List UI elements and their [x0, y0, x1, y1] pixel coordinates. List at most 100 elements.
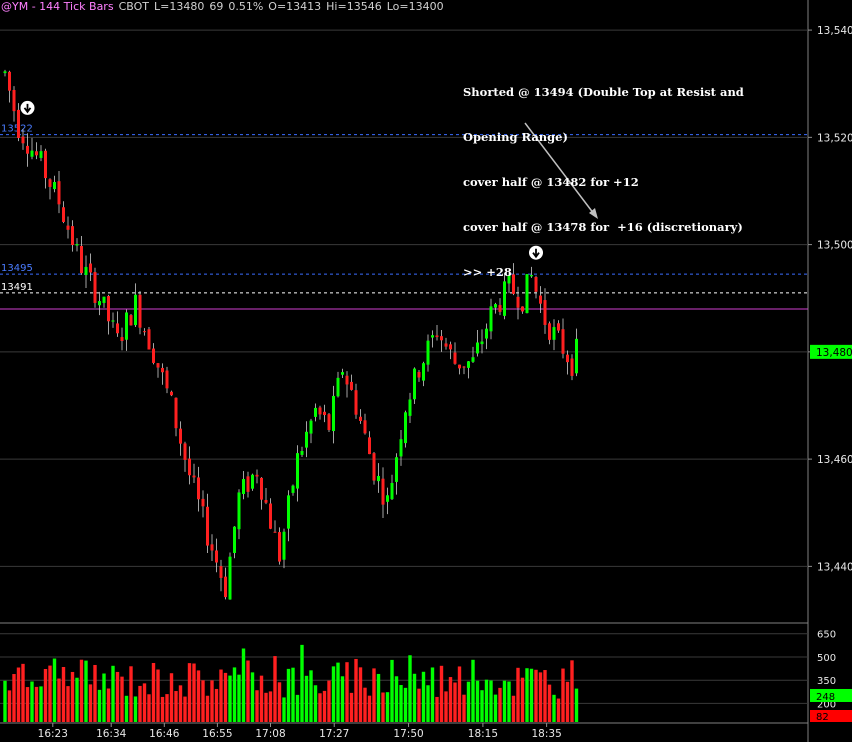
volume-bar	[304, 675, 309, 722]
candle-body	[129, 315, 133, 326]
volume-bar	[3, 680, 7, 722]
candle-body	[282, 531, 286, 560]
volume-bar	[7, 690, 12, 722]
candle-body	[485, 328, 488, 339]
candle-body	[3, 71, 7, 74]
candle-body	[498, 305, 502, 312]
volume-bar	[102, 673, 106, 722]
annotation-line-3: cover half @ 13482 for +12	[463, 175, 639, 189]
volume-bar	[52, 658, 57, 722]
volume-bar	[426, 685, 430, 722]
volume-bar	[93, 664, 97, 722]
volume-bar	[165, 694, 169, 722]
time-tick-label: 16:46	[149, 728, 180, 740]
candle-body	[575, 338, 578, 374]
volume-bar	[543, 670, 547, 722]
volume-bar	[507, 681, 511, 722]
candle-body	[197, 477, 200, 500]
volume-bar	[88, 684, 93, 722]
candle-body	[417, 371, 421, 378]
candle-body	[75, 244, 79, 246]
candle-body	[287, 495, 290, 529]
candle-body	[192, 475, 196, 478]
candle-body	[107, 296, 110, 322]
volume-bar	[489, 680, 493, 722]
candle-body	[291, 485, 295, 493]
volume-bar	[462, 694, 466, 722]
volume-bar	[570, 660, 574, 722]
volume-bar	[435, 696, 439, 722]
last-price: L=13480	[153, 0, 205, 13]
reference-line-label: 13522	[1, 124, 33, 135]
candle-body	[134, 294, 137, 326]
candle-body	[224, 576, 227, 598]
volume-bar	[480, 690, 484, 722]
volume-bar	[264, 692, 268, 722]
volume-bar	[174, 691, 178, 722]
candle-body	[260, 477, 263, 500]
volume-bar	[241, 648, 246, 722]
price-tick-label: 13,440	[817, 561, 852, 573]
open-price: O=13413	[268, 0, 322, 13]
candle-body	[444, 343, 448, 347]
volume-bar	[520, 677, 525, 722]
candle-body	[273, 531, 277, 533]
volume-bar	[124, 695, 129, 722]
time-tick-label: 18:35	[531, 728, 561, 740]
candle-body	[120, 337, 124, 342]
volume-bar	[43, 669, 48, 722]
time-tick-label: 18:15	[468, 728, 498, 740]
candle-body	[390, 482, 394, 500]
volume-bar	[574, 688, 579, 722]
time-tick-label: 16:55	[202, 728, 232, 740]
candle-body	[539, 295, 542, 304]
candle-body	[210, 544, 214, 551]
candle-body	[561, 329, 565, 354]
price-tick-label: 13,540	[817, 25, 852, 37]
volume-bar	[493, 694, 498, 722]
volume-down-label: 82	[816, 712, 829, 723]
volume-bar	[237, 674, 241, 722]
candle-body	[255, 474, 259, 477]
volume-bar	[57, 678, 61, 722]
time-tick-label: 17:08	[255, 728, 285, 740]
candle-body	[413, 368, 416, 400]
volume-bar	[115, 671, 120, 722]
volume-bar	[196, 670, 201, 722]
volume-bar	[565, 681, 570, 722]
volume-bar	[75, 677, 79, 722]
volume-bar	[97, 689, 102, 722]
candle-body	[372, 453, 376, 481]
volume-bar	[358, 667, 363, 722]
candle-body	[336, 377, 340, 397]
volume-bar	[444, 691, 448, 722]
volume-bar	[345, 662, 349, 722]
candle-body	[57, 181, 61, 205]
volume-bar	[21, 663, 25, 722]
volume-bar	[322, 690, 327, 722]
time-tick-label: 17:50	[393, 728, 423, 740]
chart-header: @YM - 144 Tick Bars CBOT L=13480 69 0.51% O=1…	[0, 0, 449, 14]
candle-body	[161, 367, 164, 373]
volume-bar	[300, 644, 304, 722]
candle-body	[84, 266, 88, 275]
candle-body	[116, 323, 119, 334]
candle-body	[552, 327, 556, 340]
volume-bar	[552, 694, 556, 722]
volume-bar	[457, 666, 462, 722]
candle-body	[516, 296, 520, 308]
candle-body	[215, 550, 218, 563]
candle-body	[314, 407, 317, 417]
candle-body	[521, 306, 524, 312]
candle-body	[53, 182, 56, 190]
candle-body	[246, 476, 250, 492]
volume-bar	[372, 668, 376, 722]
volume-bar	[421, 671, 426, 722]
volume-bar	[70, 671, 75, 722]
volume-bar	[390, 659, 394, 722]
volume-bar	[430, 667, 435, 722]
volume-bar	[475, 680, 480, 722]
volume-bar	[327, 680, 331, 722]
annotation-line-4: cover half @ 13478 for +16 (discretionar…	[463, 220, 743, 234]
candle-body	[89, 263, 92, 273]
